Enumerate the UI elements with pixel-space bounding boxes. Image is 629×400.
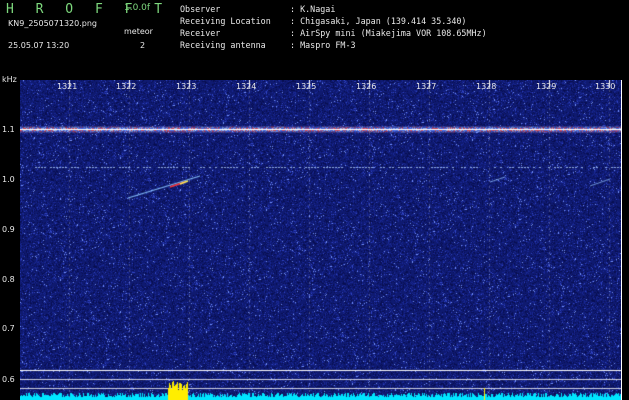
y-tick-0-9: 0.9 [2,225,15,234]
antenna-key: Receiving antenna [180,40,266,50]
spectrogram [20,80,621,400]
file-name: KN9_2505071320.png [8,19,97,28]
y-tick-0-7: 0.7 [2,324,15,333]
capture-datetime: 25.05.07 13:20 [8,41,70,50]
x-tick-1321: 1321 [57,82,78,91]
y-unit-label: kHz [2,75,17,84]
y-tick-1-0: 1.0 [2,175,15,184]
x-tick-1327: 1327 [416,82,437,91]
y-tick-1-1: 1.1 [2,125,15,134]
location-value: : Chigasaki, Japan (139.414 35.340) [290,16,467,26]
x-tick-1330: 1330 [595,82,616,91]
observer-key: Observer [180,4,221,14]
receiver-key: Receiver [180,28,221,38]
x-tick-1328: 1328 [476,82,497,91]
x-tick-1326: 1326 [356,82,377,91]
observer-value: : K.Nagai [290,4,336,14]
y-tick-0-8: 0.8 [2,275,15,284]
plot-right-edge [621,80,622,400]
y-tick-0-6: 0.6 [2,375,15,384]
receiver-value: : AirSpy mini (Miakejima VOR 108.65MHz) [290,28,487,38]
x-tick-1324: 1324 [236,82,257,91]
mode-label: meteor [124,27,153,36]
x-tick-1322: 1322 [116,82,137,91]
x-tick-1323: 1323 [176,82,197,91]
app-version: 1.0.0f [124,3,151,13]
x-tick-1329: 1329 [536,82,557,91]
x-tick-1325: 1325 [296,82,317,91]
hrofft-window: H R O F F T 1.0.0f KN9_2505071320.png 25… [0,0,629,400]
antenna-value: : Maspro FM-3 [290,40,356,50]
location-key: Receiving Location [180,16,271,26]
meteor-count: 2 [140,41,146,50]
